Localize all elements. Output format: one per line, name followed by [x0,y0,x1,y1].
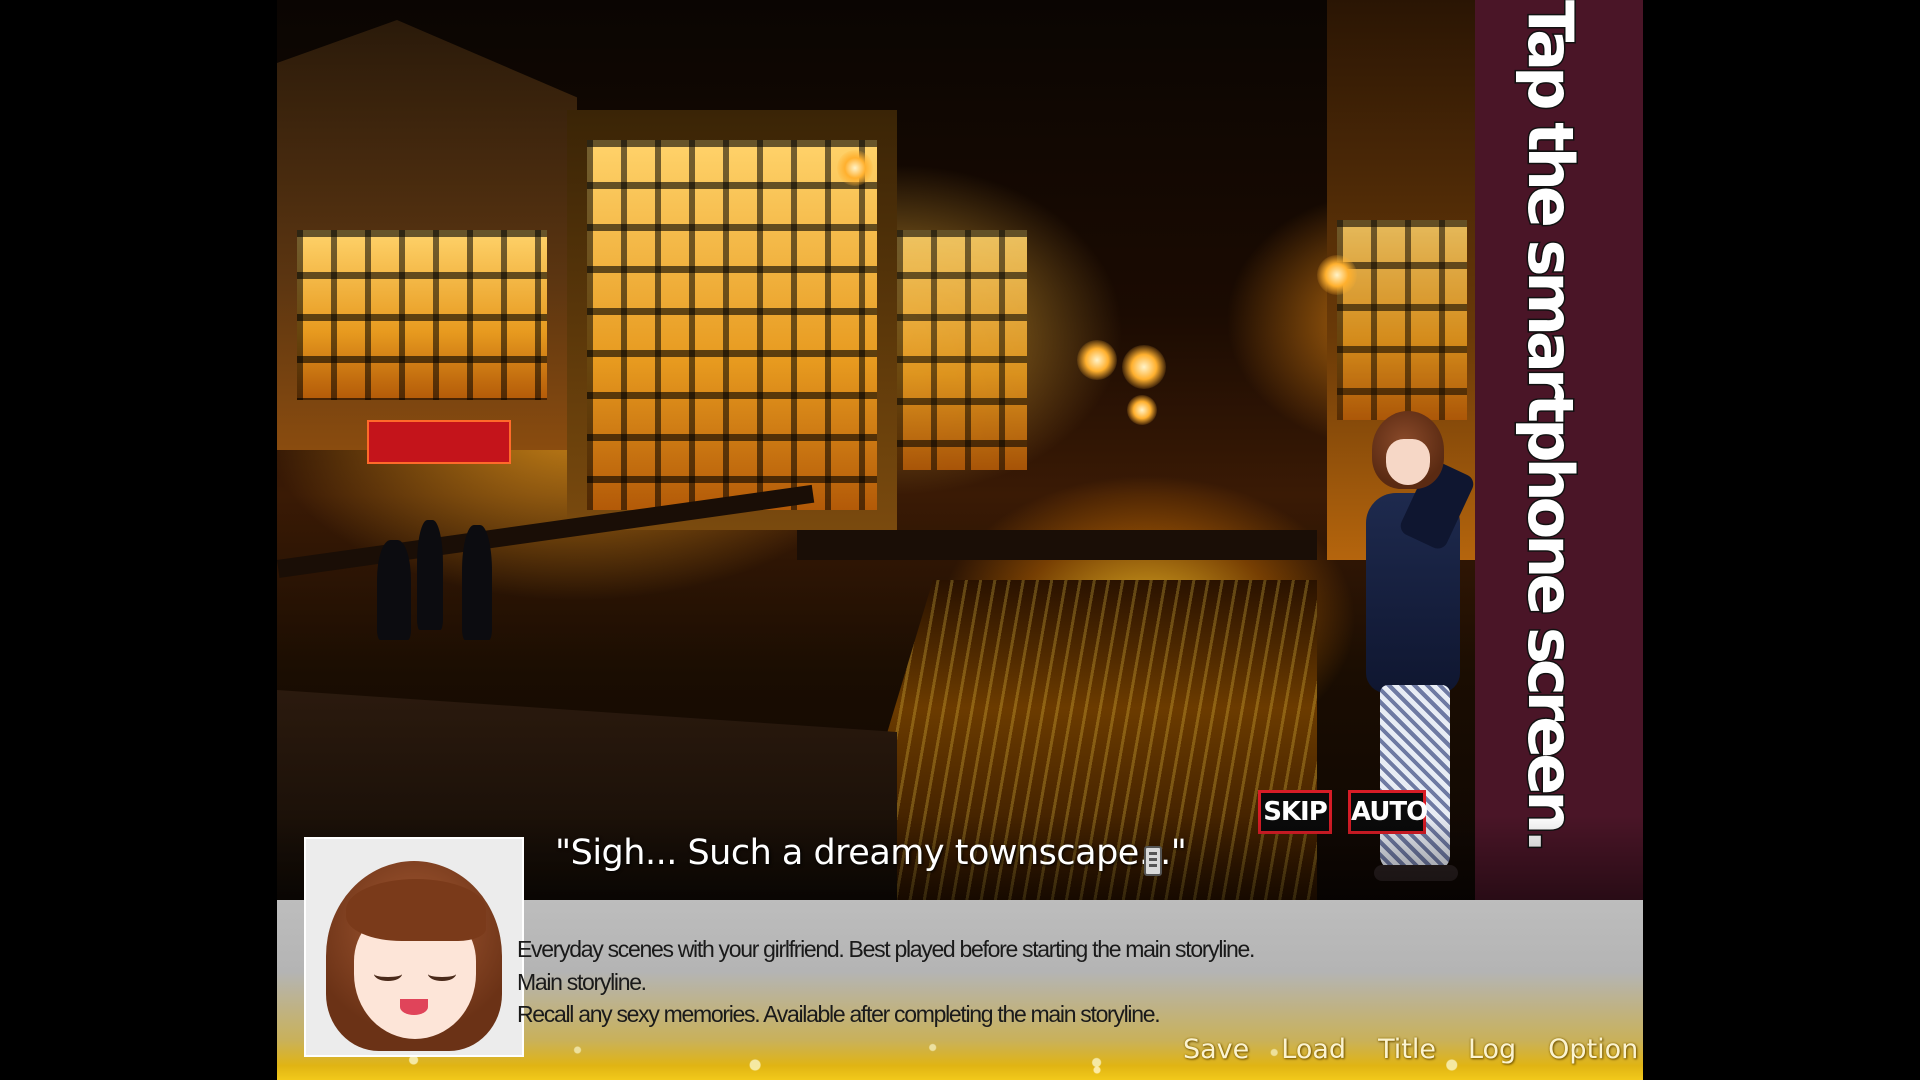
system-menu: Save Load Title Log Option [1167,1030,1643,1070]
building-left-windows [297,230,547,400]
menu-option[interactable]: Option [1532,1030,1643,1070]
game-window[interactable]: Tap the smartphone screen. SKIP AUTO "Si… [277,0,1643,1080]
smartphone-banner[interactable]: Tap the smartphone screen. [1475,0,1643,900]
menu-title[interactable]: Title [1362,1030,1452,1070]
portrait-mouth [400,999,428,1015]
banner-text: Tap the smartphone screen. [1513,0,1589,849]
description-line: Everyday scenes with your girlfriend. Be… [517,936,1255,962]
dialogue-text[interactable]: "Sigh... Such a dreamy townscape..." [555,833,1187,873]
building-center-windows [587,140,877,510]
portrait-eye-right [428,967,456,981]
bridge [797,530,1317,560]
portrait-eye-left [374,967,402,981]
portrait-bangs [346,879,486,941]
character-face [1386,439,1430,485]
building-right-windows [1337,220,1467,420]
lantern [1127,395,1157,425]
building-far-windows [897,230,1027,470]
lantern [1077,340,1117,380]
background-scene[interactable] [277,0,1475,900]
description-line: Recall any sexy memories. Available afte… [517,1001,1161,1027]
person-silhouette [462,525,492,640]
smartphone-icon[interactable] [1144,846,1162,876]
menu-log[interactable]: Log [1452,1030,1532,1070]
menu-save[interactable]: Save [1167,1030,1265,1070]
red-sign [367,420,511,464]
railing [277,484,815,578]
person-silhouette [377,540,411,640]
menu-load[interactable]: Load [1265,1030,1362,1070]
lantern [1122,345,1166,389]
description-line: Main storyline. [517,969,647,995]
person-silhouette [417,520,443,630]
lantern [837,150,873,186]
lantern [1317,255,1357,295]
speaker-portrait [304,837,524,1057]
